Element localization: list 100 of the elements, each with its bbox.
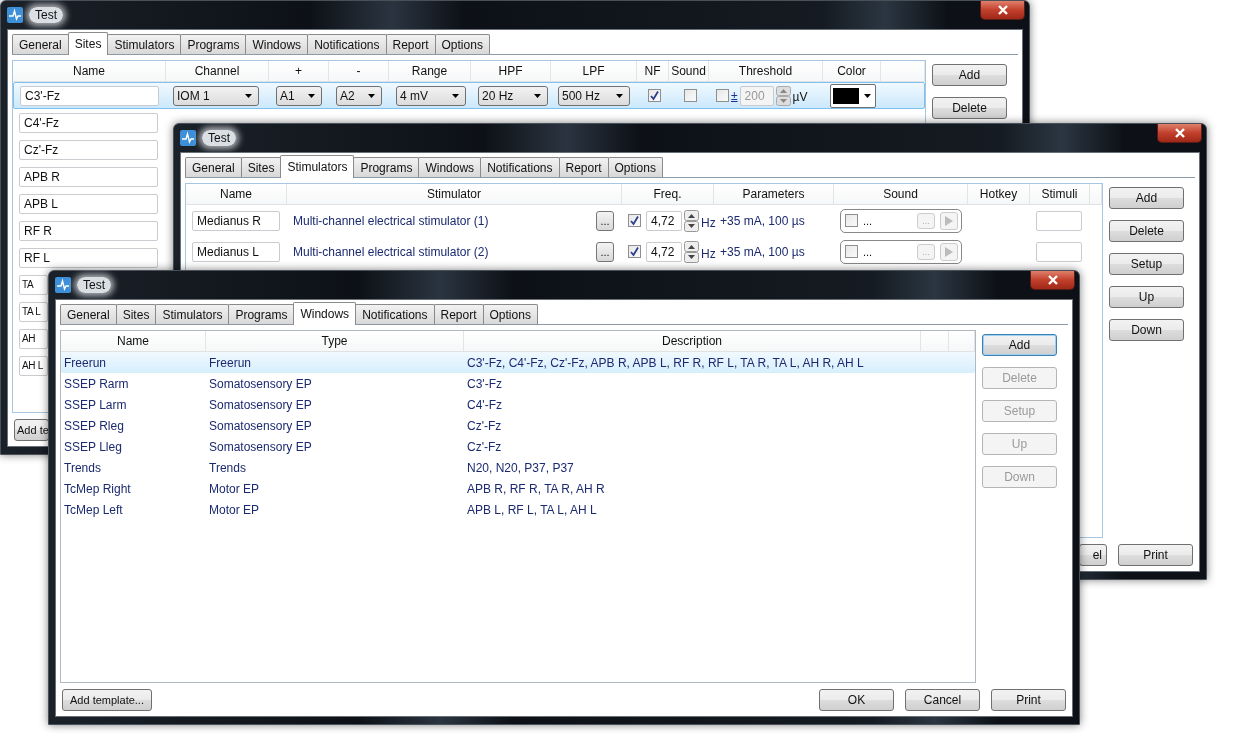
name-field[interactable]: Medianus L <box>192 241 280 262</box>
browse-button[interactable]: ... <box>596 210 614 231</box>
window-title: Test <box>29 7 63 23</box>
tab[interactable]: Programs <box>228 304 295 324</box>
name-field[interactable]: Medianus R <box>192 210 280 231</box>
dialog-button[interactable]: OK <box>819 689 894 711</box>
side-button[interactable]: Add <box>932 64 1007 86</box>
column-header: Name <box>61 331 206 351</box>
side-button[interactable]: Setup <box>1109 253 1184 275</box>
name-field[interactable]: APB R <box>19 166 158 187</box>
close-button[interactable] <box>980 1 1025 20</box>
dialog-button[interactable]: Print <box>1118 544 1193 566</box>
table-row[interactable]: SSEP Rarm Somatosensory EP C3'-Fz <box>61 373 975 394</box>
tab[interactable]: Windows <box>245 34 309 54</box>
column-header: HPF <box>471 61 551 81</box>
name-field[interactable]: APB L <box>19 193 158 214</box>
table-row[interactable]: SSEP Larm Somatosensory EP C4'-Fz <box>61 394 975 415</box>
tab[interactable]: Report <box>558 157 609 177</box>
name-field[interactable]: TA <box>19 274 48 295</box>
table-row[interactable]: SSEP Rleg Somatosensory EP Cz'-Fz <box>61 415 975 436</box>
close-button[interactable] <box>1157 124 1202 143</box>
column-header: Parameters <box>714 184 834 204</box>
side-button[interactable]: Down <box>1109 319 1184 341</box>
checkbox[interactable] <box>628 245 641 258</box>
checkbox[interactable] <box>647 89 661 102</box>
tab[interactable]: Windows <box>418 157 482 177</box>
column-header: Name <box>13 61 166 81</box>
tab[interactable]: Stimulators <box>155 304 230 324</box>
side-button[interactable]: Delete <box>932 97 1007 119</box>
tab[interactable]: Sites <box>115 304 157 324</box>
lpf-dropdown[interactable]: 500 Hz <box>558 85 630 106</box>
checkbox[interactable] <box>845 214 858 227</box>
range-dropdown[interactable]: 4 mV <box>396 85 466 106</box>
column-header: Channel <box>166 61 269 81</box>
play-icon <box>945 246 953 257</box>
tab[interactable]: Stimulators <box>107 34 182 54</box>
dialog-button[interactable]: Print <box>991 689 1066 711</box>
name-field[interactable]: RF R <box>19 220 158 241</box>
column-header: Range <box>389 61 471 81</box>
tab[interactable]: General <box>60 304 117 324</box>
tab[interactable]: Programs <box>353 157 420 177</box>
stimuli-field[interactable] <box>1036 241 1082 262</box>
name-field[interactable]: TA L <box>19 301 48 322</box>
name-field[interactable]: AH <box>19 328 48 349</box>
add-template-button[interactable]: Add te <box>14 419 49 441</box>
name-field[interactable]: AH L <box>19 355 48 376</box>
name-field[interactable]: C4'-Fz <box>19 112 158 133</box>
close-button[interactable] <box>1030 271 1075 290</box>
caret-icon <box>534 93 541 98</box>
tab[interactable]: Report <box>433 304 484 324</box>
unit-label: Hz <box>701 246 716 261</box>
tab[interactable]: Windows <box>293 302 357 325</box>
table-row[interactable]: TcMep Left Motor EP APB L, RF L, TA L, AH L <box>61 499 975 520</box>
tab[interactable]: Report <box>385 34 436 54</box>
channel-dropdown[interactable]: IOM 1 <box>173 85 259 106</box>
name-field[interactable]: Cz'-Fz <box>19 139 158 160</box>
caret-icon <box>368 93 375 98</box>
name-field[interactable]: RF L <box>19 247 158 268</box>
checkbox[interactable] <box>628 214 641 227</box>
browse-button[interactable]: ... <box>596 241 614 262</box>
tab[interactable]: Sites <box>67 32 109 55</box>
tab[interactable]: General <box>12 34 69 54</box>
tab[interactable]: General <box>185 157 242 177</box>
stimuli-field[interactable] <box>1036 210 1082 231</box>
tab[interactable]: Sites <box>240 157 282 177</box>
checkbox[interactable] <box>845 245 858 258</box>
close-icon <box>1172 128 1187 138</box>
table-row[interactable]: C3'-Fz IOM 1 A1 A2 4 mV 20 Hz 500 Hz ± 200 µV <box>13 82 925 109</box>
spin-buttons[interactable] <box>684 240 699 263</box>
dialog-button[interactable]: el <box>1079 544 1107 566</box>
tab[interactable]: Options <box>434 34 490 54</box>
table-row[interactable]: Trends Trends N20, N20, P37, P37 <box>61 457 975 478</box>
dialog-button[interactable]: Cancel <box>905 689 980 711</box>
table-row[interactable]: TcMep Right Motor EP APB R, RF R, TA R, AH R <box>61 478 975 499</box>
tab[interactable]: Options <box>607 157 663 177</box>
tab[interactable]: Notifications <box>355 304 435 324</box>
color-dropdown[interactable] <box>830 83 876 108</box>
tab[interactable]: Options <box>482 304 538 324</box>
tab[interactable]: Programs <box>180 34 247 54</box>
tab[interactable]: Notifications <box>307 34 387 54</box>
side-button[interactable]: Delete <box>1109 220 1184 242</box>
table-row[interactable]: Freerun Freerun C3'-Fz, C4'-Fz, Cz'-Fz, APB R, APB L, RF R, RF L, TA R, TA L, AH R, AH L <box>61 352 975 373</box>
side-button[interactable]: Add <box>982 334 1057 356</box>
table-row[interactable]: SSEP Lleg Somatosensory EP Cz'-Fz <box>61 436 975 457</box>
add-template-button[interactable]: Add template... <box>62 689 152 711</box>
minus-dropdown[interactable]: A2 <box>336 85 382 106</box>
side-button[interactable]: Add <box>1109 187 1184 209</box>
caret-icon <box>308 93 315 98</box>
spin-buttons[interactable] <box>684 209 699 232</box>
hpf-dropdown[interactable]: 20 Hz <box>478 85 548 106</box>
checkbox[interactable] <box>716 89 729 102</box>
checkbox[interactable] <box>683 89 697 102</box>
tab[interactable]: Stimulators <box>280 155 355 178</box>
plus-dropdown[interactable]: A1 <box>276 85 322 106</box>
frequency-field[interactable]: 4,72 <box>646 210 682 231</box>
side-button[interactable]: Up <box>1109 286 1184 308</box>
name-field[interactable]: C3'-Fz <box>20 85 159 106</box>
column-header: Sound <box>669 61 709 81</box>
tab[interactable]: Notifications <box>480 157 560 177</box>
frequency-field[interactable]: 4,72 <box>646 241 682 262</box>
